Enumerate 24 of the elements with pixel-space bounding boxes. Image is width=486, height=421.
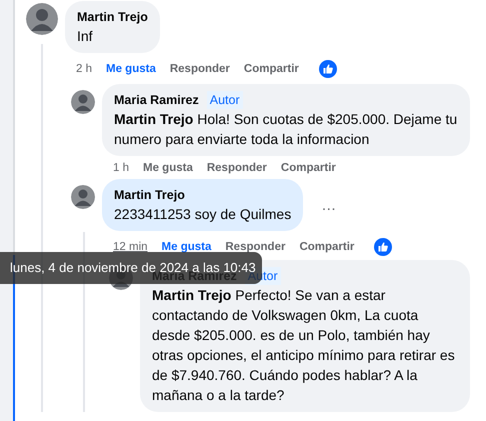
timestamp-link[interactable]: 1 h bbox=[113, 162, 129, 174]
author-name[interactable]: Martin Trejo bbox=[114, 186, 185, 204]
share-link[interactable]: Compartir bbox=[244, 63, 299, 75]
author-badge: Autor bbox=[206, 91, 243, 109]
avatar[interactable] bbox=[71, 90, 95, 114]
author-name[interactable]: Martin Trejo bbox=[77, 8, 148, 26]
author-name[interactable]: Maria Ramirez bbox=[114, 91, 199, 109]
comment-text: Inf bbox=[77, 27, 94, 46]
timestamp-link[interactable]: 12 min bbox=[113, 241, 148, 253]
avatar[interactable] bbox=[26, 3, 58, 35]
like-link[interactable]: Me gusta bbox=[162, 241, 212, 253]
share-link[interactable]: Compartir bbox=[299, 241, 354, 253]
more-button[interactable]: … bbox=[317, 196, 340, 214]
comment-text: Martin Trejo Hola! Son cuotas de $205.000. Dejame tu numero para enviarte toda la informacion bbox=[114, 110, 458, 149]
reply-link[interactable]: Responder bbox=[170, 63, 230, 75]
timestamp-link[interactable]: 2 h bbox=[76, 63, 92, 75]
reply-link[interactable]: Responder bbox=[225, 241, 286, 253]
comment-text: Martin Trejo Perfecto! Se van a estar contactando de Volkswagen 0km, La cuota desde $205.000. es de un Polo, también hay otras opciones, el anticipo mínimo para retirar es de $7.940.760. Cuándo podes hablar? A la mañana o a la tarde? bbox=[152, 286, 456, 405]
avatar[interactable] bbox=[71, 185, 95, 209]
share-link[interactable]: Compartir bbox=[280, 162, 336, 174]
reply-link[interactable]: Responder bbox=[206, 162, 267, 174]
comment-text: 2233411253 soy de Quilmes bbox=[114, 205, 292, 224]
like-link[interactable]: Me gusta bbox=[106, 63, 156, 75]
like-link[interactable]: Me gusta bbox=[143, 162, 193, 174]
